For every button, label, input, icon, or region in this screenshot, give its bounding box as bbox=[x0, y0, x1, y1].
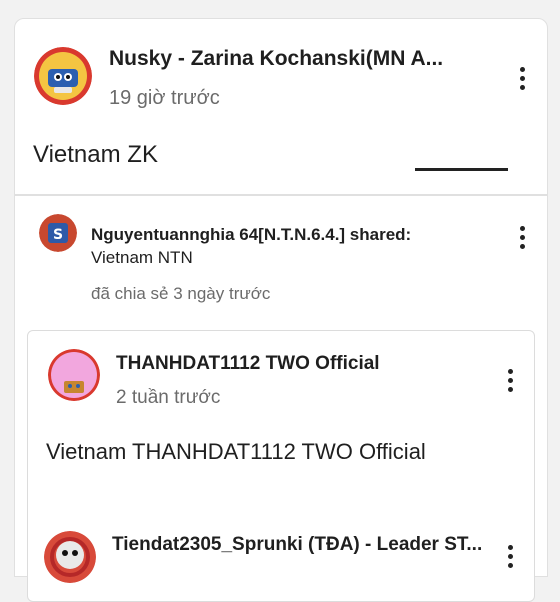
next-author-avatar[interactable] bbox=[44, 531, 96, 583]
next-author-name[interactable]: Tiendat2305_Sprunki (TĐA) - Leader ST... bbox=[112, 534, 502, 556]
original-post-card[interactable]: THANHDAT1112 TWO Official 2 tuần trước V… bbox=[27, 330, 535, 602]
share-header[interactable]: Nguyentuannghia 64[N.T.N.6.4.] shared: bbox=[91, 225, 491, 245]
original-more-icon[interactable] bbox=[500, 365, 520, 395]
original-author-name[interactable]: THANHDAT1112 TWO Official bbox=[116, 353, 496, 375]
next-more-icon[interactable] bbox=[500, 541, 520, 571]
original-timestamp: 2 tuần trước bbox=[116, 387, 221, 408]
author-avatar[interactable] bbox=[34, 47, 92, 105]
original-author-avatar[interactable] bbox=[48, 349, 100, 401]
active-tab-indicator bbox=[415, 168, 508, 171]
share-timestamp: đã chia sẻ 3 ngày trước bbox=[91, 284, 271, 303]
post-text: Vietnam ZK bbox=[33, 141, 158, 168]
author-name[interactable]: Nusky - Zarina Kochanski(MN A... bbox=[109, 47, 499, 71]
post-more-icon[interactable] bbox=[512, 63, 532, 93]
original-post-text: Vietnam THANHDAT1112 TWO Official bbox=[46, 439, 426, 464]
shared-post-card: S Nguyentuannghia 64[N.T.N.6.4.] shared:… bbox=[14, 195, 548, 602]
share-caption: Vietnam NTN bbox=[91, 248, 193, 267]
svg-text:S: S bbox=[53, 227, 63, 243]
sharer-avatar[interactable]: S bbox=[39, 214, 77, 252]
share-more-icon[interactable] bbox=[512, 222, 532, 252]
post-timestamp: 19 giờ trước bbox=[109, 87, 220, 109]
